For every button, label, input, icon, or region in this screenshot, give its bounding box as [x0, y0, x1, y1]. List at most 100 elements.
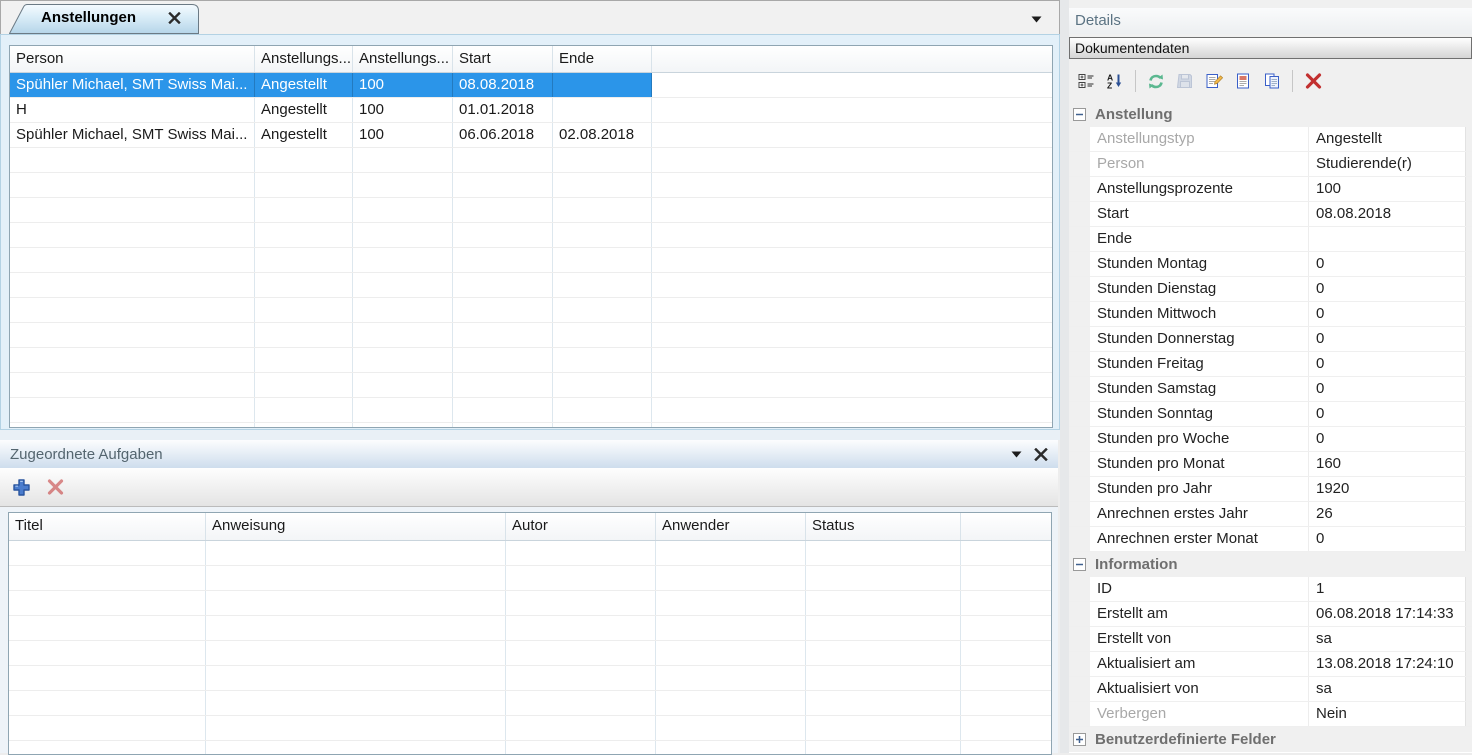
- table-cell: [353, 373, 453, 397]
- report-icon[interactable]: [1230, 68, 1256, 94]
- row-right-gutter: [1465, 377, 1472, 401]
- tab-anstellungen[interactable]: Anstellungen: [9, 4, 199, 34]
- table-row-empty: [10, 323, 1052, 348]
- table-cell: [806, 591, 961, 615]
- property-row: ID1: [1069, 577, 1472, 602]
- category-row[interactable]: Anstellung: [1069, 102, 1472, 127]
- close-icon[interactable]: [168, 12, 181, 24]
- property-value[interactable]: 1920: [1308, 477, 1465, 501]
- property-row: Stunden pro Jahr1920: [1069, 477, 1472, 502]
- property-value[interactable]: 100: [1308, 177, 1465, 201]
- table-row[interactable]: HAngestellt10001.01.2018: [10, 98, 1052, 123]
- delete-icon[interactable]: [42, 474, 68, 500]
- column-header[interactable]: Start: [453, 46, 553, 72]
- column-header[interactable]: Person: [10, 46, 255, 72]
- row-right-gutter: [1465, 252, 1472, 276]
- property-value[interactable]: 0: [1308, 277, 1465, 301]
- property-row: Stunden Samstag0: [1069, 377, 1472, 402]
- table-cell: [206, 666, 506, 690]
- table-cell: [353, 423, 453, 428]
- property-value[interactable]: 0: [1308, 252, 1465, 276]
- column-header[interactable]: Anstellungs...: [255, 46, 353, 72]
- table-cell: [506, 691, 656, 715]
- sort-alphabetical-icon[interactable]: AZ: [1102, 68, 1128, 94]
- property-value[interactable]: [1308, 227, 1465, 251]
- column-header[interactable]: Status: [806, 513, 961, 540]
- table-header: TitelAnweisungAutorAnwenderStatus: [9, 513, 1051, 541]
- property-value[interactable]: 0: [1308, 302, 1465, 326]
- property-value[interactable]: 1: [1308, 577, 1465, 601]
- row-right-gutter: [1465, 477, 1472, 501]
- table-row-empty: [10, 173, 1052, 198]
- table-cell: [255, 173, 353, 197]
- category-row[interactable]: Information: [1069, 552, 1472, 577]
- table-row[interactable]: Spühler Michael, SMT Swiss Mai...Angeste…: [10, 123, 1052, 148]
- document-data-header[interactable]: Dokumentendaten: [1069, 37, 1472, 59]
- table-cell: [255, 373, 353, 397]
- copy-icon[interactable]: [1259, 68, 1285, 94]
- column-header[interactable]: Autor: [506, 513, 656, 540]
- column-header[interactable]: Anstellungs...: [353, 46, 453, 72]
- property-value[interactable]: 0: [1308, 377, 1465, 401]
- property-value[interactable]: 26: [1308, 502, 1465, 526]
- property-value[interactable]: 0: [1308, 327, 1465, 351]
- table-row-empty: [9, 691, 1051, 716]
- property-value[interactable]: Studierende(r): [1308, 152, 1465, 176]
- property-value[interactable]: 08.08.2018: [1308, 202, 1465, 226]
- close-icon[interactable]: [1034, 448, 1048, 461]
- column-header[interactable]: Titel: [9, 513, 206, 540]
- table-cell: [453, 223, 553, 247]
- table-cell: [206, 616, 506, 640]
- category-row[interactable]: Benutzerdefinierte Felder: [1069, 727, 1472, 752]
- property-value[interactable]: Nein: [1308, 702, 1465, 726]
- chevron-down-icon[interactable]: [1027, 12, 1045, 26]
- add-icon[interactable]: [8, 474, 34, 500]
- row-gutter: [1069, 427, 1090, 451]
- horizontal-splitter[interactable]: [0, 430, 1060, 440]
- chevron-down-icon[interactable]: [1011, 451, 1022, 458]
- categorize-icon[interactable]: [1073, 68, 1099, 94]
- property-value[interactable]: 0: [1308, 427, 1465, 451]
- table-cell: [255, 248, 353, 272]
- property-value[interactable]: 160: [1308, 452, 1465, 476]
- property-label: Erstellt am: [1090, 602, 1308, 626]
- table-row-empty: [10, 248, 1052, 273]
- row-filler: [961, 566, 1051, 590]
- tasks-panel: Zugeordnete Aufgaben TitelAnweisungAutor…: [0, 440, 1058, 753]
- column-header[interactable]: Anwender: [656, 513, 806, 540]
- row-right-gutter: [1465, 702, 1472, 726]
- property-value[interactable]: 0: [1308, 402, 1465, 426]
- vertical-splitter[interactable]: [1060, 0, 1069, 753]
- column-header[interactable]: Anweisung: [206, 513, 506, 540]
- save-icon[interactable]: [1172, 68, 1198, 94]
- expand-icon[interactable]: [1073, 733, 1086, 746]
- delete-icon[interactable]: [1300, 68, 1326, 94]
- row-right-gutter: [1465, 152, 1472, 176]
- edit-icon[interactable]: [1201, 68, 1227, 94]
- property-value[interactable]: sa: [1308, 677, 1465, 701]
- table-cell: [255, 223, 353, 247]
- table-cell: [10, 273, 255, 297]
- property-value[interactable]: 13.08.2018 17:24:10: [1308, 652, 1465, 676]
- tab-label: Anstellungen: [41, 9, 136, 26]
- column-header[interactable]: Ende: [553, 46, 652, 72]
- row-filler: [961, 641, 1051, 665]
- property-row: Anrechnen erstes Jahr26: [1069, 502, 1472, 527]
- property-value[interactable]: Angestellt: [1308, 127, 1465, 151]
- row-filler: [652, 98, 1052, 122]
- collapse-icon[interactable]: [1073, 108, 1086, 121]
- table-cell: [553, 298, 652, 322]
- refresh-icon[interactable]: [1143, 68, 1169, 94]
- property-value[interactable]: 06.08.2018 17:14:33: [1308, 602, 1465, 626]
- collapse-icon[interactable]: [1073, 558, 1086, 571]
- table-row[interactable]: Spühler Michael, SMT Swiss Mai...Angeste…: [10, 73, 1052, 98]
- table-cell: 02.08.2018: [553, 123, 652, 147]
- property-value[interactable]: 0: [1308, 527, 1465, 551]
- row-gutter: [1069, 177, 1090, 201]
- property-value[interactable]: sa: [1308, 627, 1465, 651]
- table-cell: [353, 348, 453, 372]
- table-cell: [506, 541, 656, 565]
- property-value[interactable]: 0: [1308, 352, 1465, 376]
- property-row: Stunden pro Monat160: [1069, 452, 1472, 477]
- property-label: Stunden Montag: [1090, 252, 1308, 276]
